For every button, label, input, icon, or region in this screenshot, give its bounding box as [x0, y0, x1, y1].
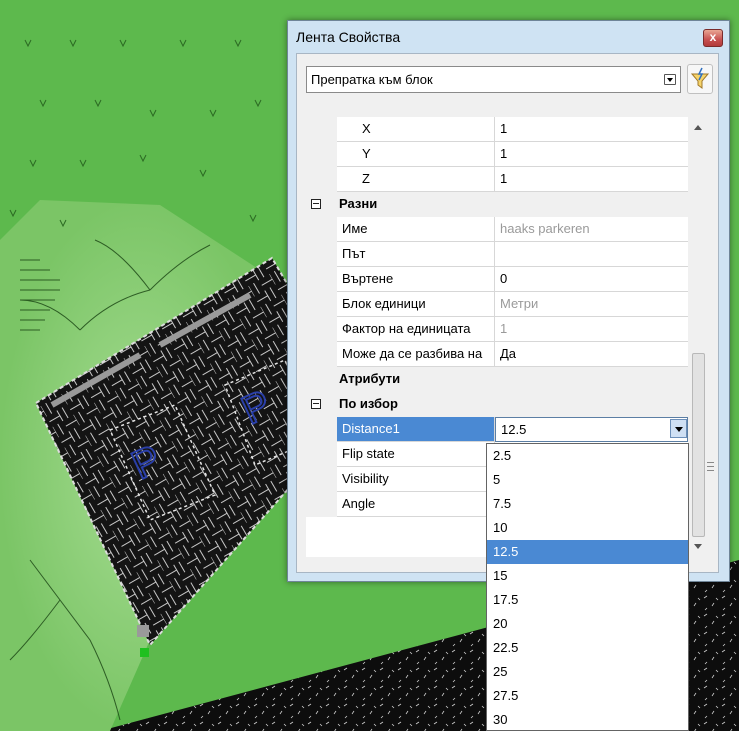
- property-row[interactable]: Може да се разбива на Да: [306, 342, 688, 367]
- dropdown-option[interactable]: 15: [487, 564, 688, 588]
- property-label: Flip state: [337, 442, 495, 467]
- row-gap: [328, 242, 337, 267]
- property-row[interactable]: Фактор на единицата 1: [306, 317, 688, 342]
- row-gap: [328, 417, 337, 442]
- row-gap: [328, 292, 337, 317]
- property-row[interactable]: Distance1 12.5: [306, 417, 688, 442]
- row-indent: [306, 117, 328, 142]
- category-toggle[interactable]: [306, 192, 328, 217]
- category-toggle[interactable]: [306, 367, 328, 392]
- row-indent: [306, 242, 328, 267]
- property-label: Път: [337, 242, 495, 267]
- property-label: Z: [337, 167, 495, 192]
- dropdown-option[interactable]: 20: [487, 612, 688, 636]
- category-toggle[interactable]: [306, 392, 328, 417]
- dropdown-option[interactable]: 2.5: [487, 444, 688, 468]
- row-indent: [306, 142, 328, 167]
- resize-grip-icon[interactable]: [707, 459, 715, 473]
- dropdown-option[interactable]: 17.5: [487, 588, 688, 612]
- row-indent: [306, 292, 328, 317]
- row-gap: [328, 492, 337, 517]
- category-row[interactable]: По избор: [306, 392, 688, 417]
- property-value[interactable]: 0: [495, 267, 688, 292]
- row-indent: [306, 217, 328, 242]
- chevron-down-icon[interactable]: [664, 74, 676, 85]
- row-indent: [306, 417, 328, 442]
- property-label: Фактор на единицата: [337, 317, 495, 342]
- row-indent: [306, 317, 328, 342]
- row-gap: [328, 317, 337, 342]
- dropdown-option[interactable]: 22.5: [487, 636, 688, 660]
- property-label: Може да се разбива на: [337, 342, 495, 367]
- category-label: По избор: [339, 396, 398, 411]
- property-label: Име: [337, 217, 495, 242]
- scroll-up-icon[interactable]: [694, 125, 702, 130]
- dropdown-option[interactable]: 27.5: [487, 684, 688, 708]
- property-label: Въртене: [337, 267, 495, 292]
- quick-select-icon: [690, 67, 710, 89]
- property-label: Блок единици: [337, 292, 495, 317]
- object-type-value: Препратка към блок: [311, 72, 433, 87]
- row-gap: [328, 267, 337, 292]
- property-value[interactable]: 1: [495, 167, 688, 192]
- property-row[interactable]: Име haaks parkeren: [306, 217, 688, 242]
- row-indent: [306, 167, 328, 192]
- property-label: Visibility: [337, 467, 495, 492]
- property-value: Метри: [495, 292, 688, 317]
- row-gap: [328, 167, 337, 192]
- row-gap: [328, 342, 337, 367]
- row-gap: [328, 142, 337, 167]
- category-label: Атрибути: [339, 371, 401, 386]
- dropdown-option[interactable]: 5: [487, 468, 688, 492]
- row-indent: [306, 492, 328, 517]
- property-value[interactable]: [495, 242, 688, 267]
- title-bar[interactable]: Лента Свойства x: [288, 21, 729, 51]
- vertical-scrollbar[interactable]: [690, 117, 707, 557]
- collapse-icon[interactable]: [311, 399, 321, 409]
- object-type-select[interactable]: Препратка към блок: [306, 66, 681, 93]
- property-value: 1: [495, 317, 688, 342]
- category-label: Разни: [339, 196, 378, 211]
- property-value[interactable]: 1: [495, 117, 688, 142]
- quick-select-button[interactable]: [687, 64, 713, 94]
- collapse-icon[interactable]: [311, 199, 321, 209]
- row-gap: [328, 442, 337, 467]
- distance-dropdown-list[interactable]: 2.5 5 7.5 10 12.5 15 17.5 20 22.5 25 27.5 30: [486, 443, 689, 731]
- window-title: Лента Свойства: [296, 29, 401, 45]
- property-value: haaks parkeren: [495, 217, 688, 242]
- row-gap: [328, 217, 337, 242]
- property-label: Angle: [337, 492, 495, 517]
- property-row[interactable]: Въртене 0: [306, 267, 688, 292]
- property-row[interactable]: X1: [306, 117, 688, 142]
- dropdown-option[interactable]: 30: [487, 708, 688, 730]
- property-value[interactable]: 12.5: [495, 417, 688, 442]
- dropdown-option[interactable]: 10: [487, 516, 688, 540]
- property-value[interactable]: 1: [495, 142, 688, 167]
- property-row[interactable]: Блок единици Метри: [306, 292, 688, 317]
- property-row[interactable]: Път: [306, 242, 688, 267]
- scroll-thumb[interactable]: [692, 353, 705, 537]
- property-row[interactable]: Y1: [306, 142, 688, 167]
- row-gap: [328, 117, 337, 142]
- row-indent: [306, 467, 328, 492]
- row-gap: [328, 467, 337, 492]
- property-value[interactable]: Да: [495, 342, 688, 367]
- category-row[interactable]: Атрибути: [306, 367, 688, 392]
- property-label: X: [337, 117, 495, 142]
- property-label: Y: [337, 142, 495, 167]
- row-indent: [306, 442, 328, 467]
- category-row[interactable]: Разни: [306, 192, 688, 217]
- dropdown-option[interactable]: 25: [487, 660, 688, 684]
- row-indent: [306, 267, 328, 292]
- dropdown-option[interactable]: 7.5: [487, 492, 688, 516]
- property-row[interactable]: Z1: [306, 167, 688, 192]
- row-indent: [306, 342, 328, 367]
- close-button[interactable]: x: [703, 29, 723, 47]
- scroll-down-icon[interactable]: [694, 544, 702, 549]
- property-label: Distance1: [337, 417, 495, 442]
- chevron-down-icon[interactable]: [670, 419, 687, 438]
- dropdown-option[interactable]: 12.5: [487, 540, 688, 564]
